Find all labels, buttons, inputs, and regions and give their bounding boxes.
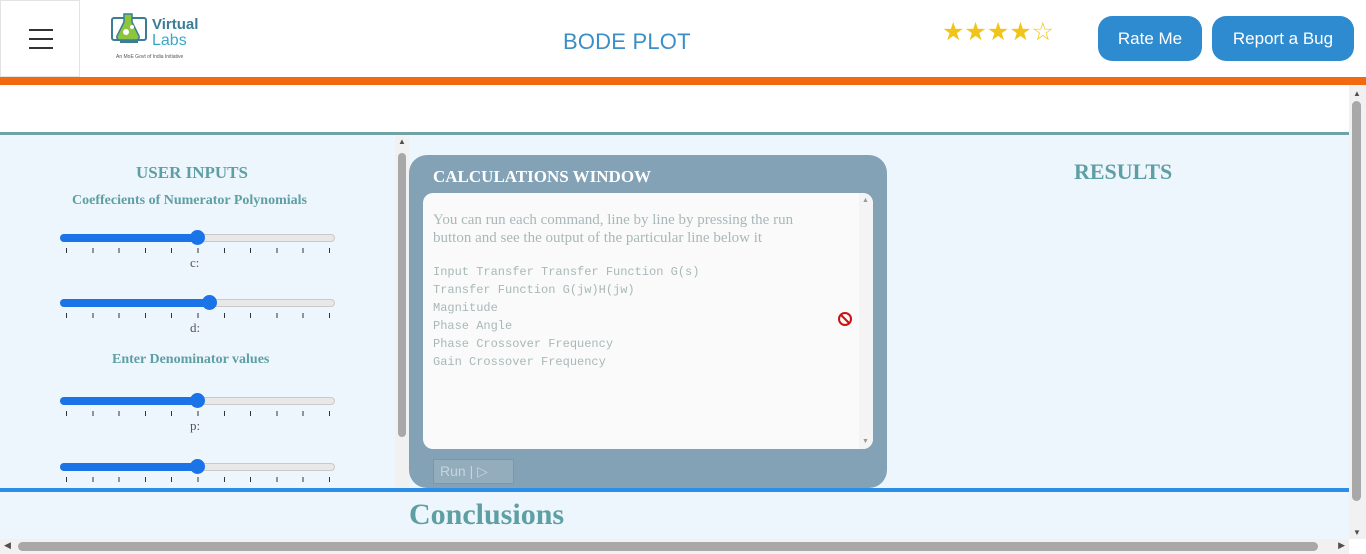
scroll-down-arrow-icon[interactable]: ▼	[1353, 528, 1361, 537]
slider-ticks	[66, 248, 330, 253]
top-header: Virtual Labs An MoE Govt of India Initia…	[0, 0, 1366, 77]
hamburger-menu-button[interactable]	[0, 0, 80, 77]
slider-ticks	[66, 411, 330, 416]
slider-d[interactable]	[60, 294, 335, 318]
calculations-intro: You can run each command, line by line b…	[433, 212, 794, 246]
page-horizontal-scrollbar[interactable]: ◀ ▶	[0, 539, 1349, 554]
slider-fill	[60, 463, 198, 471]
calculations-output-box: You can run each command, line by line b…	[423, 193, 873, 449]
user-inputs-title: USER INPUTS	[136, 163, 248, 182]
page-title: BODE PLOT	[563, 29, 691, 54]
scrollbar-thumb[interactable]	[398, 153, 406, 437]
header-accent-bar	[0, 77, 1366, 85]
slider-c-label: c:	[190, 255, 200, 270]
numerator-heading: Coeffecients of Numerator Polynomials	[72, 193, 307, 208]
scroll-up-arrow-icon[interactable]: ▲	[862, 197, 869, 204]
rate-me-button[interactable]: Rate Me	[1098, 16, 1202, 61]
scrollbar-thumb[interactable]	[18, 542, 1318, 551]
flask-logo-icon	[111, 13, 147, 43]
slider-fill	[60, 299, 210, 307]
results-title: RESULTS	[1074, 159, 1173, 184]
scroll-down-arrow-icon[interactable]: ▼	[862, 438, 869, 445]
logo-tagline: An MoE Govt of India Initiative	[116, 54, 184, 60]
calculation-step: Phase Crossover Frequency	[433, 337, 614, 351]
calculation-step: Transfer Function G(jw)H(jw)	[433, 283, 635, 297]
slider-fill	[60, 234, 198, 242]
simulation-area: USER INPUTS Coeffecients of Numerator Po…	[0, 135, 1349, 488]
calculation-step: Gain Crossover Frequency	[433, 355, 606, 369]
menu-icon-bar	[29, 47, 53, 49]
calculations-window: CALCULATIONS WINDOW You can run each com…	[409, 155, 887, 488]
slider-p-label: p:	[190, 418, 201, 433]
page-vertical-scrollbar[interactable]: ▲ ▼	[1349, 85, 1366, 539]
not-allowed-icon	[838, 312, 852, 326]
conclusions-title: Conclusions	[409, 498, 565, 531]
scrollbar-thumb[interactable]	[1352, 101, 1361, 501]
slider-knob[interactable]	[190, 230, 205, 245]
calculations-title: CALCULATIONS WINDOW	[433, 167, 652, 186]
output-scrollbar[interactable]: ▲ ▼	[859, 193, 873, 449]
scroll-right-arrow-icon[interactable]: ▶	[1338, 540, 1345, 551]
denominator-heading: Enter Denominator values	[112, 352, 270, 367]
scroll-left-arrow-icon[interactable]: ◀	[4, 540, 11, 551]
calculation-step: Phase Angle	[433, 319, 513, 333]
conclusions-section: Conclusions	[0, 492, 1349, 539]
calculation-step: Magnitude	[433, 301, 498, 315]
star-rating[interactable]: ★★★★☆	[942, 20, 1054, 45]
slider-ticks	[66, 477, 330, 482]
logo-word-virtual: Virtual	[152, 16, 199, 33]
slider-p[interactable]	[60, 392, 335, 416]
scroll-up-arrow-icon[interactable]: ▲	[398, 137, 406, 146]
slider-q[interactable]	[60, 458, 335, 482]
slider-knob[interactable]	[190, 459, 205, 474]
slider-knob[interactable]	[190, 393, 205, 408]
run-button[interactable]: Run | ▷	[433, 459, 514, 484]
slider-fill	[60, 397, 198, 405]
user-inputs-panel: USER INPUTS Coeffecients of Numerator Po…	[0, 135, 395, 488]
filled-stars-icon[interactable]: ★★★★	[942, 18, 1032, 46]
slider-d-label: d:	[190, 320, 201, 335]
menu-icon-bar	[29, 29, 53, 31]
scroll-up-arrow-icon[interactable]: ▲	[1353, 89, 1361, 98]
virtual-labs-logo[interactable]: Virtual Labs An MoE Govt of India Initia…	[110, 12, 205, 64]
slider-c[interactable]	[60, 229, 335, 253]
report-bug-button[interactable]: Report a Bug	[1212, 16, 1354, 61]
inputs-scrollbar[interactable]: ▲	[395, 135, 409, 488]
slider-knob[interactable]	[202, 295, 218, 310]
calculation-steps: Input Transfer Transfer Function G(s) Tr…	[433, 263, 699, 371]
results-panel: RESULTS	[887, 135, 1349, 472]
logo-word-labs: Labs	[152, 32, 187, 49]
calculation-step: Input Transfer Transfer Function G(s)	[433, 265, 700, 279]
empty-star-icon[interactable]: ☆	[1032, 18, 1054, 46]
menu-icon-bar	[29, 38, 53, 40]
slider-ticks	[66, 313, 330, 318]
